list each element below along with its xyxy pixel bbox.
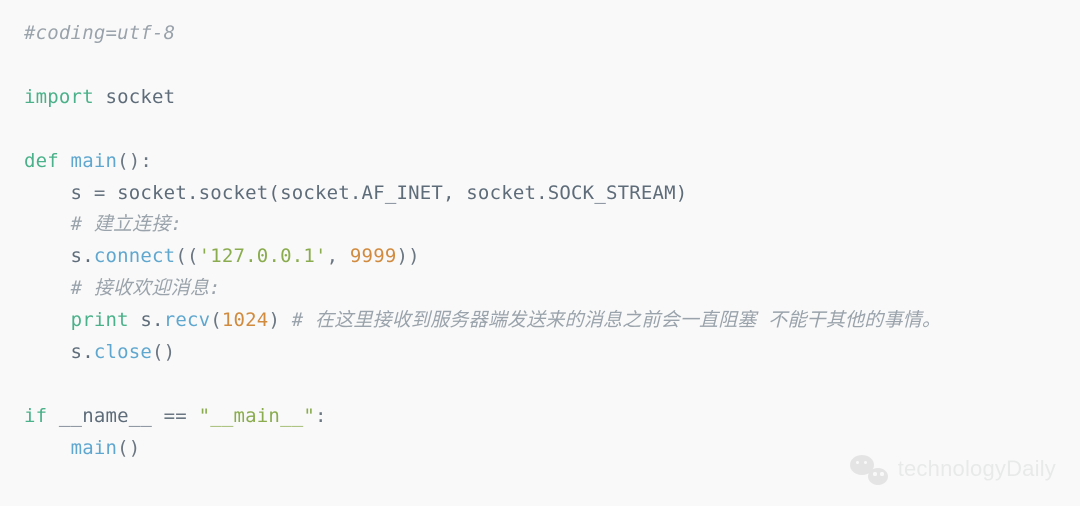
op-eqeq: == xyxy=(164,405,187,427)
ident-s-close: s. xyxy=(24,341,94,363)
string-host: '127.0.0.1' xyxy=(199,245,327,267)
indent xyxy=(24,213,71,235)
space xyxy=(187,405,199,427)
punct-comma: , xyxy=(327,245,350,267)
ident-s-connect: s. xyxy=(24,245,94,267)
number-port: 9999 xyxy=(350,245,397,267)
punct-colon: : xyxy=(315,405,327,427)
call-main: main xyxy=(71,437,118,459)
comment-encoding: #coding=utf-8 xyxy=(24,22,175,44)
keyword-def: def xyxy=(24,150,59,172)
method-recv: recv xyxy=(164,309,211,331)
string-main: "__main__" xyxy=(199,405,315,427)
keyword-print: print xyxy=(71,309,129,331)
module-socket: socket xyxy=(94,86,175,108)
indent xyxy=(24,309,71,331)
method-connect: connect xyxy=(94,245,175,267)
ident-s-recv: s. xyxy=(129,309,164,331)
number-buf: 1024 xyxy=(222,309,269,331)
ident-assign-s: s xyxy=(24,182,94,204)
keyword-if: if xyxy=(24,405,47,427)
indent xyxy=(24,437,71,459)
watermark: technologyDaily xyxy=(850,451,1056,488)
wechat-icon xyxy=(850,455,888,485)
punct-def-sig: (): xyxy=(117,150,152,172)
punct-close2: ) xyxy=(268,309,291,331)
watermark-text: technologyDaily xyxy=(898,451,1056,488)
method-close: close xyxy=(94,341,152,363)
punct-call2: () xyxy=(117,437,140,459)
code-block: #coding=utf-8 import socket def main(): … xyxy=(0,0,1080,477)
keyword-import: import xyxy=(24,86,94,108)
function-name-main: main xyxy=(59,150,117,172)
punct-open: (( xyxy=(175,245,198,267)
punct-call: () xyxy=(152,341,175,363)
comment-block-note: # 在这里接收到服务器端发送来的消息之前会一直阻塞 不能干其他的事情。 xyxy=(292,309,941,331)
comment-connect: # 建立连接: xyxy=(71,213,183,235)
op-eq: = xyxy=(94,182,106,204)
indent xyxy=(24,277,71,299)
comment-recv: # 接收欢迎消息: xyxy=(71,277,221,299)
punct-open2: ( xyxy=(210,309,222,331)
expr-socket-create: socket.socket(socket.AF_INET, socket.SOC… xyxy=(105,182,687,204)
punct-close: )) xyxy=(396,245,419,267)
ident-name: __name__ xyxy=(47,405,163,427)
